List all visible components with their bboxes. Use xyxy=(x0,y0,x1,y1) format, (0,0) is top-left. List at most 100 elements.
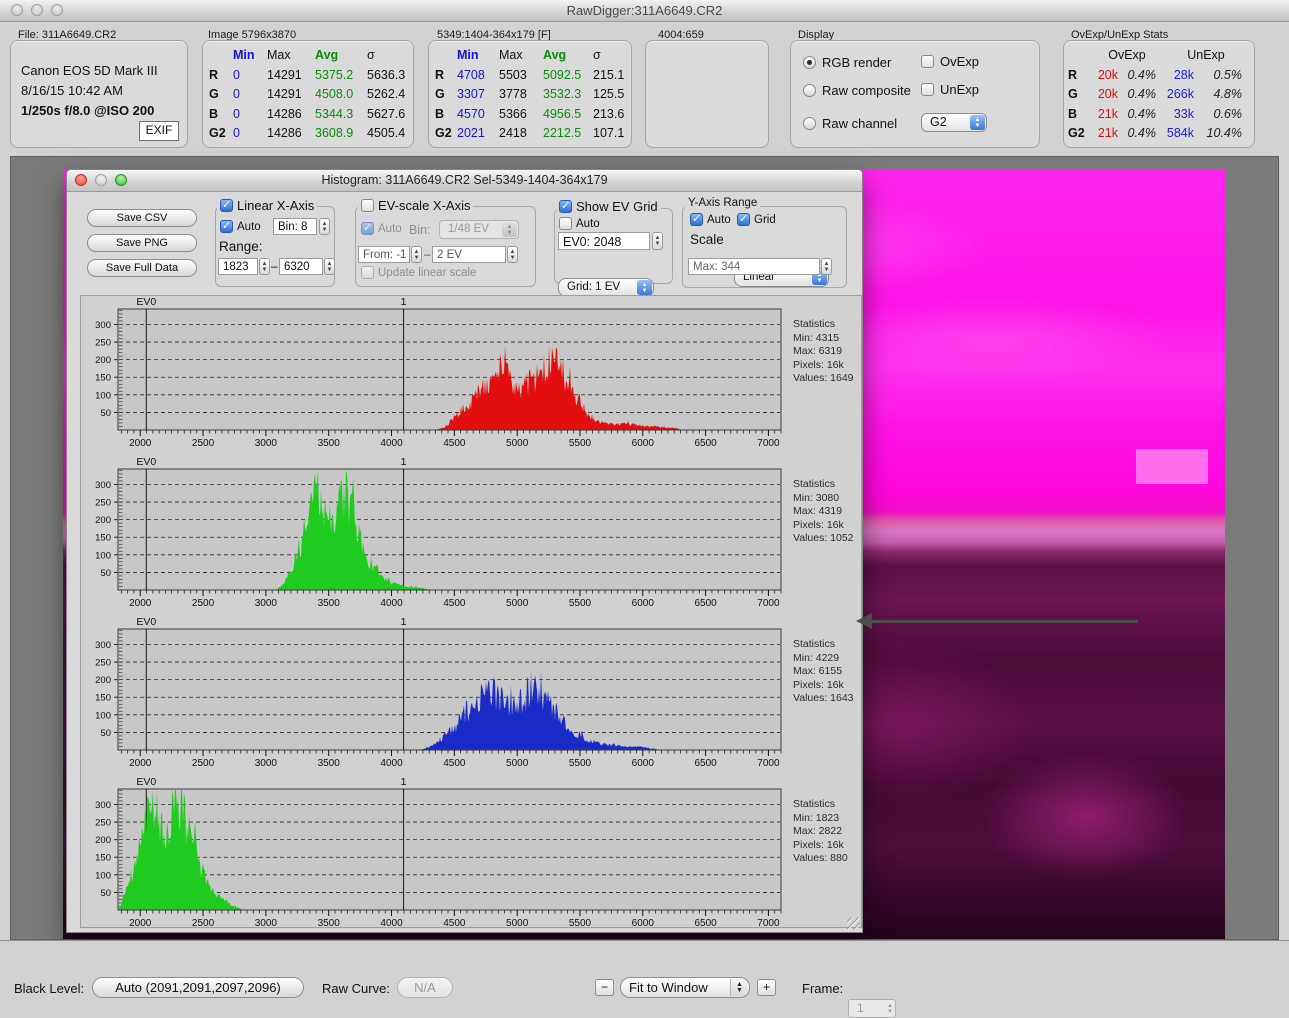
svg-text:200: 200 xyxy=(95,675,111,686)
svg-text:1: 1 xyxy=(401,296,407,308)
yaxis-max-stepper[interactable]: ▲▼ xyxy=(821,258,832,275)
chevron-up-down-icon: ▲▼ xyxy=(730,979,748,996)
svg-text:4000: 4000 xyxy=(380,918,403,926)
show-ev-grid-toggle[interactable]: Show EV Grid xyxy=(556,199,661,214)
svg-text:7000: 7000 xyxy=(757,598,780,609)
table-row: B 21k 0.4% 33k 0.6% xyxy=(1068,105,1248,125)
save-png-button[interactable]: Save PNG xyxy=(87,234,197,252)
table-row: B 0 14286 5344.3 5627.6 xyxy=(209,105,407,125)
range-to-stepper[interactable]: ▲▼ xyxy=(324,258,335,275)
zoom-mode-select[interactable]: Fit to Window ▲▼ xyxy=(620,977,750,998)
exif-button[interactable]: EXIF xyxy=(139,121,179,141)
svg-text:3500: 3500 xyxy=(318,438,341,449)
svg-text:2000: 2000 xyxy=(129,758,152,769)
frame-stepper[interactable]: 1 ▲▼ xyxy=(848,999,896,1018)
svg-text:300: 300 xyxy=(95,640,111,651)
black-level-button[interactable]: Auto (2091,2091,2097,2096) xyxy=(92,977,304,998)
svg-text:150: 150 xyxy=(95,373,111,384)
checkbox-icon xyxy=(361,266,374,279)
ev-xaxis-toggle[interactable]: EV-scale X-Axis xyxy=(358,198,473,213)
stats-columns-row: Min Max Avg σ xyxy=(435,46,629,66)
svg-text:100: 100 xyxy=(95,870,111,881)
minimize-icon[interactable] xyxy=(95,174,107,186)
histogram-chart-b: 5010015020025030020002500300035004000450… xyxy=(81,616,785,776)
zoom-out-button[interactable]: − xyxy=(595,979,614,996)
close-icon[interactable] xyxy=(11,4,23,16)
svg-text:5500: 5500 xyxy=(569,598,592,609)
svg-text:4000: 4000 xyxy=(380,438,403,449)
linear-auto-checkbox[interactable]: Auto xyxy=(220,220,261,233)
yaxis-max-field[interactable]: Max: 344 xyxy=(688,258,820,275)
range-to-field[interactable]: 6320 xyxy=(279,258,323,275)
zoom-in-button[interactable]: + xyxy=(757,979,776,996)
image-stats-panel: Min Max Avg σ R 0 14291 5375.2 5636.3 G … xyxy=(202,40,414,148)
bottom-bar: Black Level: Auto (2091,2091,2097,2096) … xyxy=(0,940,1289,1010)
selection-stats-panel: Min Max Avg σ R 4708 5503 5092.5 215.1 G… xyxy=(428,40,632,148)
svg-text:3500: 3500 xyxy=(318,598,341,609)
ev0-stepper[interactable]: ▲▼ xyxy=(652,232,663,250)
selection-pointer-arrow xyxy=(856,613,1138,629)
ev-from-stepper[interactable]: ▲▼ xyxy=(411,246,422,263)
svg-text:100: 100 xyxy=(95,390,111,401)
resize-grip[interactable] xyxy=(847,917,860,930)
table-row: B 4570 5366 4956.5 213.6 xyxy=(435,105,629,125)
svg-text:300: 300 xyxy=(95,320,111,331)
selection-rectangle[interactable] xyxy=(1136,449,1208,484)
histogram-titlebar[interactable]: Histogram: 311A6649.CR2 Sel-5349-1404-36… xyxy=(67,170,862,192)
svg-text:4000: 4000 xyxy=(380,758,403,769)
stats-block-r: Statistics Min: 4315 Max: 6319 Pixels: 1… xyxy=(793,318,861,386)
svg-text:5500: 5500 xyxy=(569,438,592,449)
svg-text:300: 300 xyxy=(95,480,111,491)
raw-curve-button[interactable]: N/A xyxy=(397,977,453,998)
yaxis-grid-checkbox[interactable]: Grid xyxy=(737,213,776,226)
radio-raw-channel[interactable]: Raw channel xyxy=(803,116,897,131)
frame-label: Frame: xyxy=(802,981,843,996)
camera-model: Canon EOS 5D Mark III xyxy=(21,63,158,78)
range-from-stepper[interactable]: ▲▼ xyxy=(259,258,270,275)
save-full-data-button[interactable]: Save Full Data xyxy=(87,259,197,277)
evgrid-auto-checkbox[interactable]: Auto xyxy=(559,217,600,230)
zoom-icon[interactable] xyxy=(51,4,63,16)
svg-text:6000: 6000 xyxy=(632,598,655,609)
chevron-up-down-icon: ▲▼ xyxy=(970,115,985,130)
radio-rgb-render[interactable]: RGB render xyxy=(803,55,891,70)
ev-bin-popup[interactable]: 1/48 EV ▲▼ xyxy=(439,220,519,239)
ev-to-stepper[interactable]: ▲▼ xyxy=(507,246,518,263)
radio-raw-composite[interactable]: Raw composite xyxy=(803,83,911,98)
ev0-field[interactable]: EV0: 2048 xyxy=(558,232,650,250)
main-titlebar[interactable]: RawDigger:311A6649.CR2 xyxy=(0,0,1289,22)
svg-text:3500: 3500 xyxy=(318,758,341,769)
update-linear-scale-checkbox[interactable]: Update linear scale xyxy=(361,266,476,279)
minimize-icon[interactable] xyxy=(31,4,43,16)
checkbox-icon xyxy=(921,83,934,96)
ev-to-field[interactable]: 2 EV xyxy=(432,246,506,263)
svg-text:5500: 5500 xyxy=(569,758,592,769)
table-row: R 0 14291 5375.2 5636.3 xyxy=(209,66,407,86)
svg-text:2500: 2500 xyxy=(192,438,215,449)
raw-curve-label: Raw Curve: xyxy=(322,981,390,996)
save-csv-button[interactable]: Save CSV xyxy=(87,209,197,227)
ev-from-field[interactable]: From: -1 xyxy=(358,246,410,263)
zoom-icon[interactable] xyxy=(115,174,127,186)
pixel-readout-panel xyxy=(645,40,769,148)
yaxis-auto-checkbox[interactable]: Auto xyxy=(690,213,731,226)
svg-text:150: 150 xyxy=(95,533,111,544)
svg-text:6500: 6500 xyxy=(694,598,717,609)
svg-text:3500: 3500 xyxy=(318,918,341,926)
close-icon[interactable] xyxy=(75,174,87,186)
svg-text:2500: 2500 xyxy=(192,758,215,769)
checkbox-ovexp[interactable]: OvExp xyxy=(921,54,979,69)
bin-field[interactable]: Bin: 8 xyxy=(273,218,317,235)
checkbox-unexp[interactable]: UnExp xyxy=(921,82,979,97)
image-view-area: Histogram: 311A6649.CR2 Sel-5349-1404-36… xyxy=(10,156,1279,940)
ev-auto-checkbox[interactable]: Auto xyxy=(361,222,402,235)
table-row: G 0 14291 4508.0 5262.4 xyxy=(209,85,407,105)
bin-stepper[interactable]: ▲▼ xyxy=(319,218,330,235)
linear-xaxis-toggle[interactable]: Linear X-Axis xyxy=(217,198,317,213)
stats-block-g: Statistics Min: 3080 Max: 4319 Pixels: 1… xyxy=(793,478,861,546)
channel-select[interactable]: G2 ▲▼ xyxy=(921,113,987,132)
range-from-field[interactable]: 1823 xyxy=(218,258,258,275)
histogram-window: Histogram: 311A6649.CR2 Sel-5349-1404-36… xyxy=(66,169,863,933)
svg-text:6500: 6500 xyxy=(694,438,717,449)
chevron-up-down-icon: ▲▼ xyxy=(637,280,652,295)
